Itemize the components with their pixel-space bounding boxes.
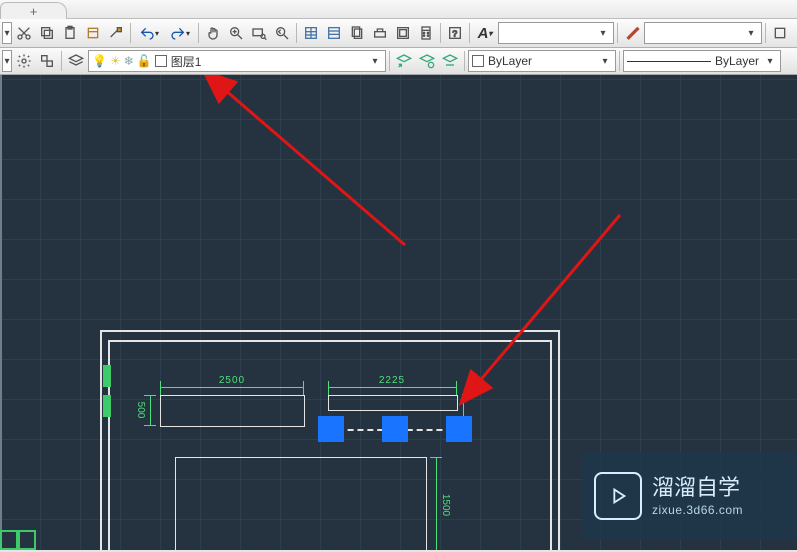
calculator-icon[interactable] <box>415 22 437 44</box>
linetype-sample-icon <box>627 61 711 62</box>
color-label: ByLayer <box>488 54 598 68</box>
layer-toolbar-overflow[interactable]: ▾ <box>2 50 12 72</box>
grip-end[interactable] <box>446 416 472 442</box>
properties-palette-icon[interactable] <box>323 22 345 44</box>
brush-icon[interactable] <box>621 22 643 44</box>
textstyle-dropdown[interactable]: ▾ <box>498 22 614 44</box>
extra-tool-icon[interactable] <box>769 22 791 44</box>
layer-vp-icon: ❄ <box>124 54 134 68</box>
layer-states-icon[interactable] <box>36 50 58 72</box>
undo-button[interactable]: ▾ <box>134 22 164 44</box>
match-properties-icon[interactable] <box>105 22 127 44</box>
zoom-previous-icon[interactable] <box>271 22 293 44</box>
brush-dropdown[interactable]: ▾ <box>644 22 762 44</box>
layer-name-label: 图层1 <box>171 53 368 70</box>
layer-on-icon: 💡 <box>92 54 107 68</box>
zoom-realtime-icon[interactable] <box>225 22 247 44</box>
properties-icon[interactable] <box>82 22 104 44</box>
wall-mark <box>103 395 111 417</box>
svg-text:?: ? <box>452 28 457 38</box>
table-icon[interactable] <box>300 22 322 44</box>
zoom-window-icon[interactable] <box>248 22 270 44</box>
layer-color-swatch <box>155 55 167 67</box>
toolbar-overflow[interactable]: ▾ <box>2 22 12 44</box>
layer-isolate-icon[interactable] <box>416 50 438 72</box>
linetype-label: ByLayer <box>715 54 759 68</box>
layer-manager-icon[interactable] <box>65 50 87 72</box>
dimension-500: 500 <box>135 402 146 419</box>
watermark-logo-icon <box>594 472 642 520</box>
design-center-icon[interactable] <box>392 22 414 44</box>
layer-toolbar: ▾ 💡 ☀ ❄ 🔓 图层1 ▾ ByLayer ▾ ByLayer ▾ <box>0 48 797 75</box>
tool-palette-icon[interactable] <box>369 22 391 44</box>
dimension-2225: 2225 <box>379 375 405 386</box>
grip-mid[interactable] <box>382 416 408 442</box>
dimension-1500: 1500 <box>440 494 451 516</box>
layer-lock-icon: 🔓 <box>137 54 152 68</box>
dimension-2500: 2500 <box>219 375 245 386</box>
layer-dropdown[interactable]: 💡 ☀ ❄ 🔓 图层1 ▾ <box>88 50 386 72</box>
sheetset-icon[interactable] <box>346 22 368 44</box>
watermark-title: 溜溜自学 <box>652 474 743 503</box>
cut-icon[interactable] <box>13 22 35 44</box>
layer-match-icon[interactable] <box>439 50 461 72</box>
snap-indicator <box>16 530 36 550</box>
drawing-canvas[interactable]: 2500 500 2225 1500 <box>0 75 797 550</box>
textstyle-icon[interactable]: A▾ <box>473 22 497 44</box>
paste-icon[interactable] <box>59 22 81 44</box>
redo-button[interactable]: ▾ <box>165 22 195 44</box>
layer-freeze-icon: ☀ <box>110 54 121 68</box>
settings-icon[interactable] <box>13 50 35 72</box>
linetype-dropdown[interactable]: ByLayer ▾ <box>623 50 781 72</box>
color-dropdown[interactable]: ByLayer ▾ <box>468 50 616 72</box>
plus-icon: + <box>30 4 38 19</box>
titlebar: + <box>0 0 797 19</box>
copy-icon[interactable] <box>36 22 58 44</box>
document-tab-new[interactable]: + <box>0 2 67 19</box>
grip-start[interactable] <box>318 416 344 442</box>
watermark: 溜溜自学 zixue.3d66.com <box>582 452 797 540</box>
layer-previous-icon[interactable] <box>393 50 415 72</box>
pan-icon[interactable] <box>202 22 224 44</box>
color-swatch <box>472 55 484 67</box>
help-icon[interactable]: ? <box>444 22 466 44</box>
main-toolbar: ▾ ▾ ▾ <box>0 19 797 48</box>
watermark-url: zixue.3d66.com <box>652 503 743 519</box>
wall-mark <box>103 365 111 387</box>
